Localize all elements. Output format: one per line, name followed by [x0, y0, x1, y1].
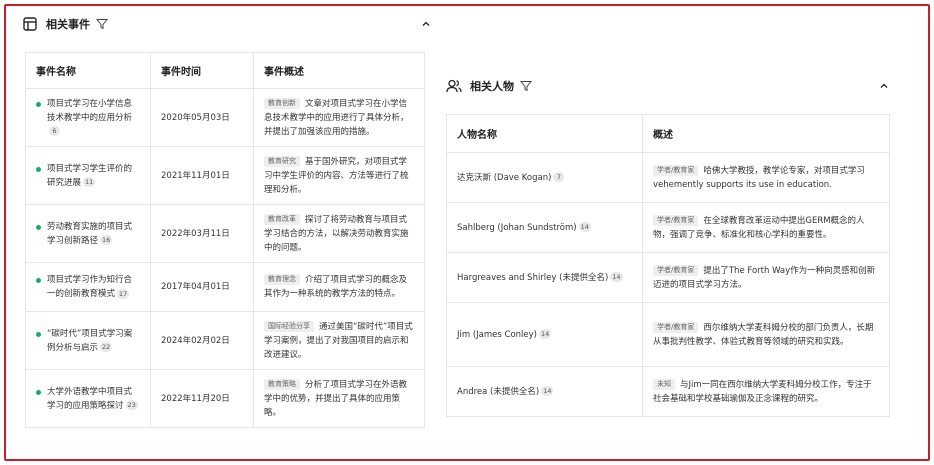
bullet-dot: [36, 331, 41, 337]
reference-badge[interactable]: 11: [83, 177, 96, 187]
filter-icon[interactable]: [96, 18, 108, 30]
bullet-dot: [36, 278, 41, 283]
table-row[interactable]: “碳时代”项目式学习案例分析与启示 22 2024年02月02日 国际经验分享 通过…: [25, 311, 425, 370]
table-icon: [22, 16, 38, 32]
table-row[interactable]: Andrea (未提供全名) 14 未知 与Jim一同在西尔维纳大学麦科姆分校工作，…: [446, 366, 890, 417]
people-panel-header[interactable]: 相关人物: [446, 74, 890, 98]
filter-icon[interactable]: [520, 80, 532, 92]
event-time: 2017年04月01日: [150, 262, 254, 312]
person-name[interactable]: Sahlberg (Johan Sundström): [457, 223, 577, 233]
reference-badge[interactable]: 22: [100, 342, 113, 352]
chevron-up-icon[interactable]: [420, 18, 432, 30]
person-name[interactable]: Jim (James Conley): [457, 330, 537, 340]
person-summary: 与Jim一同在西尔维纳大学麦科姆分校工作，专注于社会基础和学校基础瑜伽及正念课程…: [653, 379, 872, 404]
category-tag: 教育理念: [264, 274, 300, 285]
column-header-event-name[interactable]: 事件名称: [25, 52, 151, 89]
event-name[interactable]: 劳动教育实施的项目式学习创新路径: [47, 222, 132, 246]
column-header-event-time[interactable]: 事件时间: [150, 52, 254, 89]
column-header-person-name[interactable]: 人物名称: [446, 114, 643, 153]
table-row[interactable]: Hargreaves and Shirley (未提供全名) 14 学者/教育家提…: [446, 252, 890, 303]
person-name[interactable]: Hargreaves and Shirley (未提供全名): [457, 273, 608, 283]
reference-badge[interactable]: 14: [538, 329, 552, 339]
users-icon: [446, 78, 462, 94]
people-table: 人物名称 概述 达克沃斯 (Dave Kogan) 7 学者/教育家 哈佛大学教授，…: [446, 114, 890, 417]
column-header-person-summary[interactable]: 概述: [642, 114, 890, 153]
category-tag: 学者/教育家: [653, 321, 699, 333]
event-name[interactable]: “碳时代”项目式学习案例分析与启示: [47, 329, 132, 353]
category-tag: 学者/教育家: [653, 214, 699, 226]
table-row[interactable]: 达克沃斯 (Dave Kogan) 7 学者/教育家 哈佛大学教授，教学论专家，对项…: [446, 152, 890, 203]
bullet-dot: [36, 389, 41, 395]
events-table-header: 事件名称 事件时间 事件概述: [25, 52, 425, 89]
table-row[interactable]: 项目式学习在小学信息技术教学中的应用分析6 2020年05月03日 教育创新 文章…: [25, 88, 425, 147]
category-tag: 学者/教育家: [653, 264, 699, 276]
table-row[interactable]: Jim (James Conley) 14 学者/教育家 西尔维纳大学麦科姆分校的部…: [446, 302, 890, 367]
event-time: 2022年03月11日: [150, 204, 254, 263]
table-row[interactable]: Sahlberg (Johan Sundström) 14 学者/教育家 在全球教育…: [446, 202, 890, 253]
reference-badge[interactable]: 14: [578, 222, 591, 232]
reference-badge[interactable]: 7: [553, 172, 565, 182]
events-table: 事件名称 事件时间 事件概述 项目式学习在小学信息技术教学中的应用分析 6 202…: [25, 52, 425, 428]
person-name[interactable]: 达克沃斯 (Dave Kogan): [457, 173, 551, 183]
category-tag: 教育研究: [264, 155, 300, 167]
bullet-dot: [36, 166, 41, 172]
reference-badge[interactable]: 6: [49, 126, 60, 136]
table-row[interactable]: 劳动教育实施的项目式学习创新路径 16 2022年03月11日 教育改革 探讨了将劳…: [25, 204, 425, 263]
category-tag: 教育策略: [264, 378, 300, 390]
events-panel-title: 相关事件: [46, 18, 90, 31]
reference-badge[interactable]: 14: [541, 386, 554, 396]
event-time: 2020年05月03日: [150, 88, 254, 147]
event-time: 2024年02月02日: [150, 311, 254, 370]
category-tag: 教育创新: [264, 97, 300, 109]
people-table-header: 人物名称 概述: [446, 114, 890, 153]
reference-badge[interactable]: 16: [100, 235, 113, 245]
table-row[interactable]: 项目式学习学生评价的研究进展 11 2021年11月01日 教育研究 基于国外研究，…: [25, 146, 425, 205]
table-row[interactable]: 大学外语教学中项目式学习的应用策略探讨 23 2022年11月20日 教育策略 分析…: [25, 369, 425, 428]
reference-badge[interactable]: 23: [125, 400, 138, 410]
person-name[interactable]: Andrea (未提供全名): [457, 387, 539, 397]
event-name[interactable]: 项目式学习在小学信息技术教学中的应用分析: [47, 99, 132, 123]
reference-badge[interactable]: 14: [610, 272, 623, 282]
bullet-dot: [36, 101, 41, 107]
category-tag: 教育改革: [264, 213, 300, 225]
events-panel: 相关事件 事件名称 事件时间 事件概述 项目式学习在小学信息技术教学中的应用分析…: [22, 12, 432, 428]
events-panel-header[interactable]: 相关事件: [22, 12, 432, 36]
bullet-dot: [36, 224, 41, 230]
category-tag: 未知: [653, 378, 675, 390]
category-tag: 学者/教育家: [653, 164, 699, 176]
chevron-up-icon[interactable]: [878, 80, 890, 92]
category-tag: 国际经验分享: [264, 320, 314, 332]
event-name[interactable]: 大学外语教学中项目式学习的应用策略探讨: [47, 387, 132, 411]
people-panel: 相关人物 人物名称 概述 达克沃斯 (Dave Kogan) 7 学者/教育家 哈佛…: [446, 74, 890, 417]
column-header-event-summary[interactable]: 事件概述: [253, 52, 425, 89]
table-row[interactable]: 项目式学习作为知行合一的创新教育模式 17 2017年04月01日 教育理念 介绍了…: [25, 262, 425, 312]
event-time: 2021年11月01日: [150, 146, 254, 205]
event-time: 2022年11月20日: [150, 369, 254, 428]
reference-badge[interactable]: 17: [117, 288, 130, 299]
people-panel-title: 相关人物: [470, 80, 514, 93]
